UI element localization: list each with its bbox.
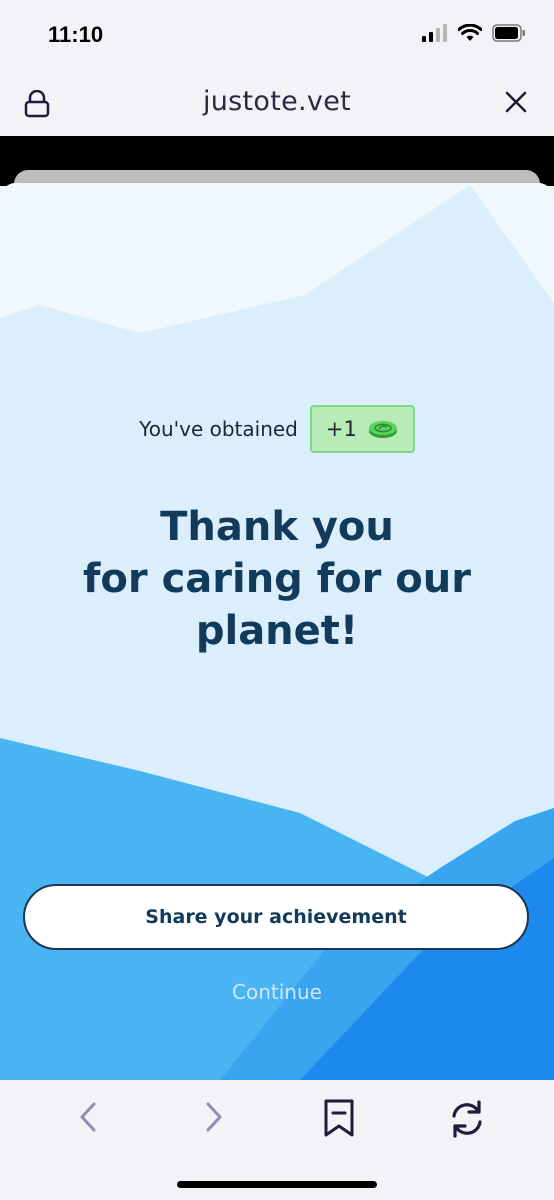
browser-url-bar: justote.vet [0,68,554,136]
back-icon[interactable] [74,1098,104,1136]
signal-icon [422,24,447,42]
headline-line: planet! [195,608,359,654]
headline-line: for caring for our [83,556,471,602]
status-bar: 11:10 [0,0,554,68]
reward-amount: +1 [325,417,357,441]
reward-row: You've obtained +1 [0,405,554,453]
forward-icon[interactable] [198,1098,228,1136]
reward-label: You've obtained [139,417,298,441]
reward-badge: +1 [309,405,415,453]
thank-you-headline: Thank you for caring for our planet! [20,501,534,657]
bookmark-icon[interactable] [322,1098,356,1138]
status-icons [422,24,526,42]
url-text[interactable]: justote.vet [0,86,554,117]
wifi-icon [458,24,482,41]
headline-line: Thank you [160,504,394,550]
home-indicator [177,1181,377,1188]
green-coin-icon [368,421,397,438]
close-icon[interactable] [504,90,528,114]
refresh-icon[interactable] [446,1098,488,1140]
achievement-sheet: You've obtained +1 Thank you for caring … [0,183,554,1080]
continue-link[interactable]: Continue [0,980,554,1004]
status-time: 11:10 [48,22,104,47]
share-achievement-button[interactable]: Share your achievement [23,884,529,950]
battery-icon [492,24,525,42]
